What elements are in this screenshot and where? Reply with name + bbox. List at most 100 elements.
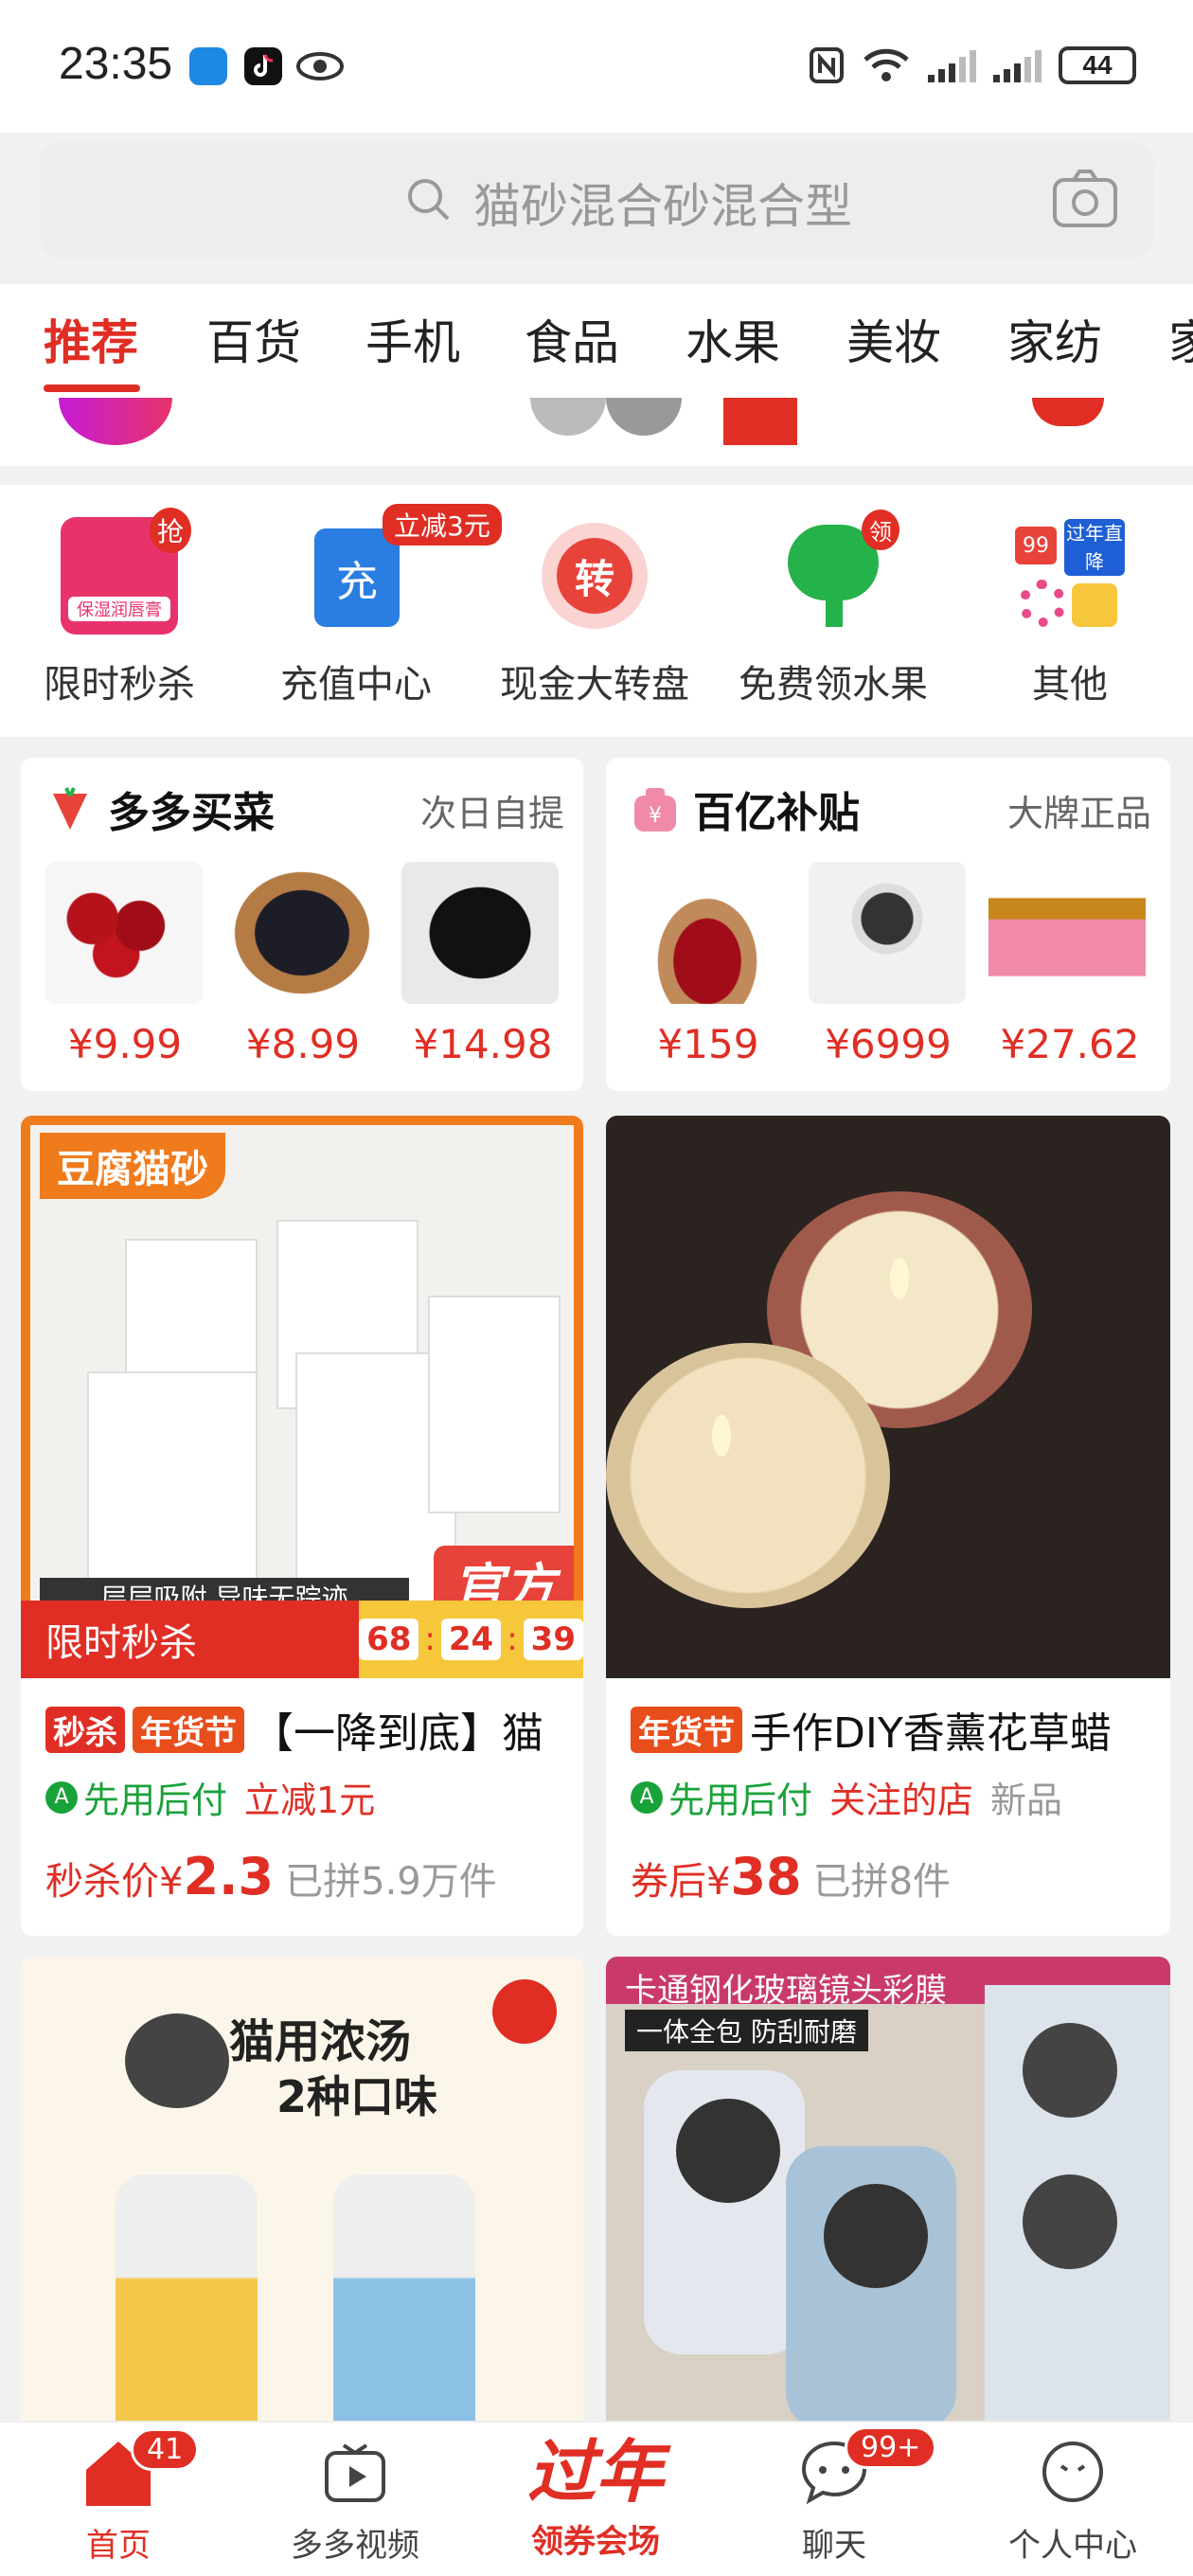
active-tab-indicator [44,385,140,392]
tab-beauty[interactable]: 美妆 [846,305,941,373]
product-image-phone [809,862,966,1004]
flash-sale-badge: 抢 [149,508,191,553]
quick-cash-wheel[interactable]: 转 现金大转盘 [490,517,699,708]
chat-badge: 99+ [845,2426,937,2469]
price: ¥6999 [825,1021,952,1067]
price-prefix: 券后¥ [631,1860,731,1904]
price: ¥8.99 [245,1021,361,1067]
flash-sale-icon-text: 保湿润唇膏 [68,597,170,621]
product-image-cherry-box [629,862,786,1004]
battery-indicator: 44 [1059,46,1136,84]
search-bar[interactable]: 猫砂混合砂混合型 [40,142,1153,258]
camera-icon[interactable] [1051,167,1119,231]
money-bag-icon: ¥ [634,788,676,832]
flash-sale-bar: 限时秒杀 68: 24: 39 [21,1601,583,1678]
image-tag-tofu-litter: 豆腐猫砂 [40,1133,225,1199]
tab-fruit[interactable]: 水果 [686,305,780,373]
card-subtitle: 次日自提 [419,793,564,834]
tab-textiles[interactable]: 家纺 [1007,305,1102,373]
search-icon [408,179,450,221]
nfc-icon [810,47,844,83]
tag-flash: 秒杀 [45,1706,125,1753]
flash-sale-icon: 保湿润唇膏 抢 [61,508,191,635]
tag-new-year: 年货节 [133,1706,244,1753]
nav-label: 首页 [86,2527,151,2565]
tab-home-partial[interactable]: 家 [1168,305,1193,373]
nav-profile[interactable]: 个人中心 [973,2436,1172,2566]
product-card-cat-litter[interactable]: 豆腐猫砂 层层吸附 异味无踪迹 官方 限时秒杀 68: 24: 39 秒杀 年货… [21,1116,583,1936]
quick-free-fruit[interactable]: 领 免费领水果 [729,510,937,708]
wheel-icon-text: 转 [557,538,632,614]
wheel-icon: 转 [536,517,653,635]
new-year-logo: 过年 [526,2432,664,2512]
tag-new-year: 年货节 [631,1706,742,1753]
quick-others[interactable]: 99 过年直降 其他 [966,517,1174,708]
countdown-timer: 68: 24: 39 [359,1601,583,1678]
quick-flash-sale[interactable]: 保湿润唇膏 抢 限时秒杀 [15,508,223,708]
free-fruit-badge: 领 [862,510,899,550]
card-duoduo-grocery[interactable]: 多多买菜 次日自提 ¥9.99 ¥8.99 ¥14.98 [21,758,583,1091]
tab-food[interactable]: 食品 [525,305,619,373]
price: ¥159 [657,1021,759,1067]
search-placeholder: 猫砂混合砂混合型 [473,179,852,234]
tiktok-app-icon [244,47,282,85]
product-title-text: 手作DIY香薰花草蜡 [750,1709,1112,1758]
tab-phones[interactable]: 手机 [365,305,460,373]
product-title: 秒杀 年货节 【一降到底】猫 [45,1699,576,1760]
price-value: 2.3 [183,1847,275,1906]
signal-icon-1 [928,48,976,82]
nav-chat[interactable]: 99+ 聊天 [735,2426,937,2566]
recharge-icon-text: 充 [314,528,400,627]
quick-recharge-center[interactable]: 充 立减3元 充值中心 [252,504,502,708]
product-image-mussels [401,862,559,1004]
product-image-cherries [45,862,203,1004]
price-prefix: 秒杀价¥ [45,1860,184,1904]
nav-label: 领券会场 [531,2523,660,2561]
product-image-cat-broth: 猫用浓汤 2种口味 [21,1957,583,2430]
nav-coupons[interactable]: 过年 领券会场 [496,2436,695,2562]
carrot-icon [53,787,87,830]
tab-general[interactable]: 百货 [206,305,301,373]
product-card-cat-broth[interactable]: 猫用浓汤 2种口味 [21,1957,583,2430]
nav-label: 个人中心 [1008,2527,1137,2565]
pay-later-label: 先用后付 [668,1780,813,1821]
wifi-icon [864,48,909,81]
image-title: 卡通钢化玻璃镜头彩膜 [625,1972,947,2010]
nav-home[interactable]: 41 首页 [19,2428,218,2566]
countdown-hours: 68 [359,1619,419,1660]
card-subtitle: 大牌正品 [1006,793,1151,834]
recharge-badge: 立减3元 [383,504,502,546]
product-image-canned-fish [988,862,1146,1004]
price-value: 38 [730,1847,802,1906]
followed-store-label: 关注的店 [829,1780,974,1821]
quick-label: 其他 [1032,663,1108,707]
quick-actions: 保湿润唇膏 抢 限时秒杀 充 立减3元 充值中心 转 现金大转盘 领 免费领水果… [0,485,1193,737]
card-title: 多多买菜 [108,789,275,837]
quick-label: 限时秒杀 [44,663,195,707]
product-title: 年货节 手作DIY香薰花草蜡 [631,1699,1161,1760]
bottom-nav: 41 首页 多多视频 过年 领券会场 99+ 聊天 个人中心 [0,2421,1193,2576]
svg-text:¥: ¥ [649,804,662,828]
pay-later-icon: A [45,1780,78,1814]
nav-label: 聊天 [802,2527,866,2565]
card-title: 百亿补贴 [693,789,860,837]
quick-label: 现金大转盘 [500,663,689,707]
eye-icon [295,47,345,85]
product-card-candle[interactable]: 年货节 手作DIY香薰花草蜡 A 先用后付 关注的店 新品 券后¥ 38 已拼8件 [606,1116,1170,1936]
sold-count: 已拼8件 [812,1860,952,1904]
product-card-lens-film[interactable]: 卡通钢化玻璃镜头彩膜 一体全包 防刮耐磨 [606,1957,1170,2430]
card-billion-subsidy[interactable]: ¥ 百亿补贴 大牌正品 ¥159 ¥6999 ¥27.62 [606,758,1170,1091]
pay-later-label: 先用后付 [83,1780,228,1821]
others-icon: 99 过年直降 [1011,517,1129,635]
quick-label: 充值中心 [280,663,432,707]
price: ¥27.62 [1000,1021,1140,1067]
scrolled-banner-strip [0,398,1193,466]
product-image-berries [223,862,381,1004]
tab-recommend[interactable]: 推荐 [44,305,138,373]
image-subtitle: 一体全包 防刮耐磨 [625,2010,868,2051]
signal-icon-2 [993,48,1042,82]
profile-icon [1042,2442,1103,2502]
category-tabs: 推荐 百货 手机 食品 水果 美妆 家纺 家 [0,284,1193,398]
pay-later-icon: A [631,1780,663,1814]
nav-videos[interactable]: 多多视频 [256,2436,454,2566]
